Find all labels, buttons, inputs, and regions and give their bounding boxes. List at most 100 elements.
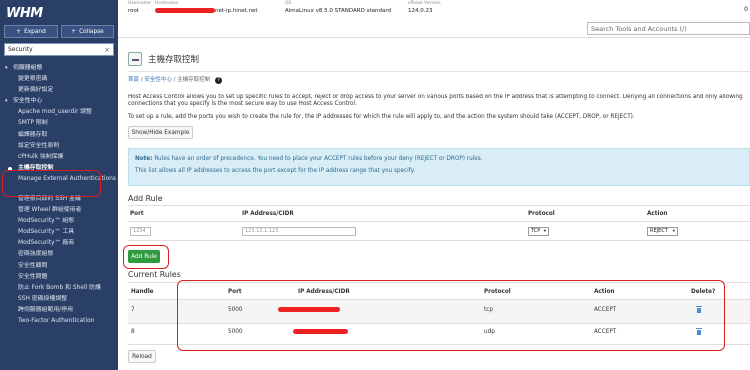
sidebar-search-value: Security — [8, 46, 33, 53]
row-handle: 7 — [131, 307, 135, 313]
top-header: Username root Hostname net-ip.hinet.net … — [118, 0, 750, 38]
highlight-box — [123, 245, 169, 269]
username-value: root — [128, 8, 140, 14]
sidebar-item[interactable]: Apache mod_userdir 調整 — [0, 107, 118, 118]
breadcrumb-separator: / — [140, 77, 143, 83]
action-select-value: REJECT — [650, 228, 668, 234]
sidebar-item-label: 變更根密碼 — [18, 76, 48, 83]
clear-search-icon[interactable]: × — [104, 46, 110, 54]
sidebar-category[interactable]: ▾ 伺服器組態 — [0, 63, 118, 74]
instructions-text: To set up a rule, add the ports you wish… — [128, 114, 635, 120]
sidebar-item-label: 安全性問題 — [18, 273, 48, 280]
handle-header: Handle — [131, 289, 154, 295]
sidebar-item[interactable]: 跨伺服器組範用/停用 — [0, 305, 118, 316]
username-block: Username root — [128, 1, 151, 14]
expand-button[interactable]: + Expand — [4, 25, 58, 38]
sidebar-item[interactable]: 更新偏好設定 — [0, 85, 118, 96]
sidebar-item[interactable]: SSH 密碼授權調整 — [0, 294, 118, 305]
note-line-2: This list allows all IP addresses to acc… — [135, 168, 416, 174]
sidebar-category[interactable]: ▾ 安全性中心 — [0, 96, 118, 107]
chevron-down-icon: ▾ — [672, 229, 675, 234]
host-access-icon — [128, 52, 142, 66]
breadcrumb-current: 主機存取控制 — [177, 77, 211, 83]
add-port-header: Port — [130, 211, 144, 217]
sidebar-item-label: 安全性中心 — [13, 98, 43, 105]
breadcrumb: 首頁 / 安全性中心 / 主機存取控制 ? — [128, 75, 223, 84]
show-hide-example-button[interactable]: Show/Hide Example — [128, 126, 193, 139]
chevron-down-icon: ▾ — [5, 65, 8, 71]
sidebar-item-label: 密碼強度組態 — [18, 251, 54, 258]
chevron-down-icon: ▾ — [543, 229, 546, 234]
username-label: Username — [128, 1, 151, 6]
add-rule-divider — [128, 205, 750, 206]
os-label: OS — [285, 1, 292, 6]
highlight-box — [177, 280, 725, 351]
sidebar-item[interactable]: 管理 Wheel 群組使用者 — [0, 205, 118, 216]
sidebar-item-label: 設定安全性原則 — [18, 142, 60, 149]
sidebar-item-label: ModSecurity™ 組態 — [18, 218, 75, 225]
sidebar-item[interactable]: SMTP 限制 — [0, 118, 118, 129]
tools-search-input[interactable]: Search Tools and Accounts (/) — [587, 22, 750, 35]
sidebar-item[interactable]: 編譯器存取 — [0, 130, 118, 141]
add-rule-heading: Add Rule — [128, 194, 163, 203]
hostname-redaction — [155, 8, 215, 13]
title-divider — [128, 71, 750, 72]
page-title: 主機存取控制 — [148, 55, 200, 65]
cpanel-version-block: cPanel Version 124.0.23 — [408, 1, 441, 14]
port-input[interactable]: 1234 — [130, 227, 151, 236]
sidebar-search-input[interactable]: Security × — [4, 43, 114, 56]
highlight-box — [2, 170, 101, 197]
help-icon[interactable]: ? — [215, 77, 223, 84]
sidebar-item[interactable]: 變更根密碼 — [0, 74, 118, 85]
note-callout: Note: Rules have an order of precedence.… — [128, 148, 750, 186]
expand-label: Expand — [24, 28, 46, 35]
sidebar-item-label: 編譯器存取 — [18, 131, 48, 138]
whm-logo[interactable]: WHM — [6, 6, 43, 21]
sidebar-item[interactable]: cPHulk 強制保護 — [0, 152, 118, 163]
breadcrumb-home[interactable]: 首頁 — [128, 77, 139, 83]
add-ip-header: IP Address/CIDR — [242, 211, 294, 217]
sidebar-item[interactable]: 安全性顧問 — [0, 261, 118, 272]
minus-icon: + — [71, 28, 77, 35]
protocol-select[interactable]: TCP ▾ — [528, 227, 549, 236]
note-label: Note: — [135, 156, 153, 162]
sidebar-item[interactable]: 安全性問題 — [0, 272, 118, 283]
note-line-1: Rules have an order of precedence. You n… — [154, 156, 483, 162]
protocol-select-value: TCP — [531, 228, 541, 234]
reload-button[interactable]: Reload — [128, 350, 156, 363]
sidebar-item-label: SMTP 限制 — [18, 120, 48, 127]
sidebar-item[interactable]: ModSecurity™ 組態 — [0, 216, 118, 227]
action-select[interactable]: REJECT ▾ — [647, 227, 678, 236]
sidebar-item-label: Apache mod_userdir 調整 — [18, 109, 93, 116]
hostname-label: Hostname — [155, 1, 179, 6]
add-protocol-header: Protocol — [528, 211, 555, 217]
sidebar-item-label: 防止 Fork Bomb 和 Shell 防護 — [18, 284, 101, 291]
sidebar-item-label: SSH 密碼授權調整 — [18, 295, 68, 302]
notification-count[interactable]: 0 — [744, 6, 748, 13]
add-action-header: Action — [647, 211, 668, 217]
sidebar-item[interactable]: ModSecurity™ 廠商 — [0, 238, 118, 249]
sidebar-item[interactable]: 密碼強度組態 — [0, 249, 118, 260]
plus-icon: + — [16, 28, 22, 35]
sidebar-item-label: ModSecurity™ 廠商 — [18, 240, 75, 247]
sidebar-item-label: cPHulk 強制保護 — [18, 153, 64, 160]
sidebar-item[interactable]: 設定安全性原則 — [0, 141, 118, 152]
cpanel-version-value: 124.0.23 — [408, 8, 433, 14]
sidebar-item-label: Two-Factor Authentication — [18, 317, 95, 324]
collapse-label: Collapse — [79, 28, 104, 35]
sidebar-item-label: 伺服器組態 — [13, 65, 43, 71]
sidebar-item-label: ModSecurity™ 工具 — [18, 229, 75, 236]
sidebar-item[interactable]: ModSecurity™ 工具 — [0, 227, 118, 238]
os-value: AlmaLinux v8.5.0 STANDARD standard — [285, 8, 391, 14]
ip-address-input[interactable]: 123.12.1.123 — [242, 227, 356, 236]
hostname-block: Hostname net-ip.hinet.net — [155, 1, 258, 14]
current-rules-heading: Current Rules — [128, 270, 181, 279]
breadcrumb-security-center[interactable]: 安全性中心 — [144, 77, 172, 83]
os-block: OS AlmaLinux v8.5.0 STANDARD standard — [285, 1, 391, 14]
sidebar-item-label: 跨伺服器組範用/停用 — [18, 306, 74, 313]
chevron-down-icon: ▾ — [5, 98, 8, 105]
sidebar-item[interactable]: 防止 Fork Bomb 和 Shell 防護 — [0, 283, 118, 294]
sidebar-item[interactable]: Two-Factor Authentication — [0, 316, 118, 327]
hostname-value: net-ip.hinet.net — [215, 8, 258, 14]
collapse-button[interactable]: + Collapse — [61, 25, 114, 38]
